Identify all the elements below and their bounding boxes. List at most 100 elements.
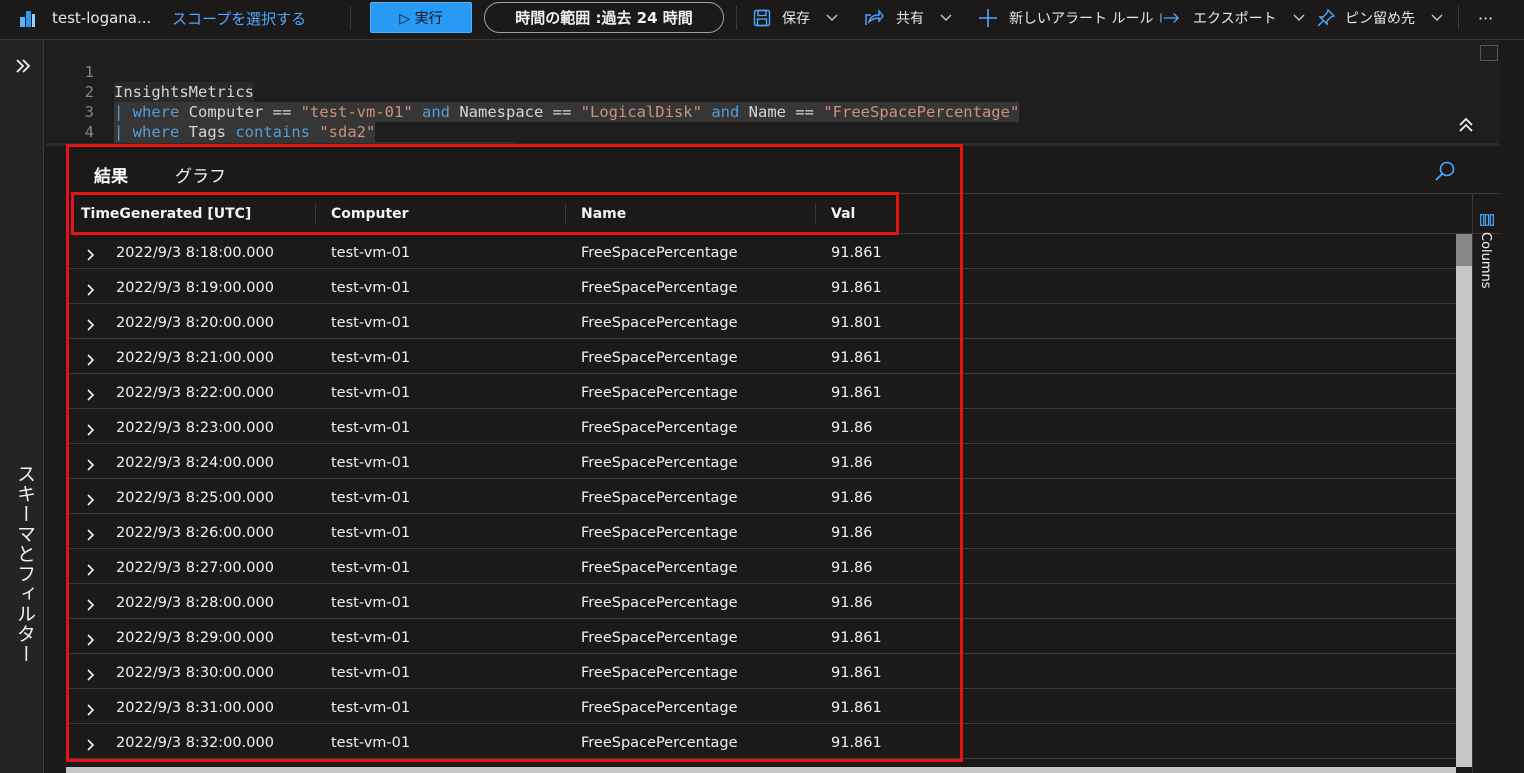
cell-timegenerated: 2022/9/3 8:31:00.000 (116, 700, 274, 716)
share-label: 共有 (896, 11, 924, 27)
expand-pane-icon[interactable] (14, 57, 32, 75)
cell-timegenerated: 2022/9/3 8:30:00.000 (116, 665, 274, 681)
schema-and-filter-label[interactable]: スキーマとフィルター (12, 464, 39, 664)
table-row[interactable]: 2022/9/3 8:32:00.000 test-vm-01 FreeSpaceP… (66, 724, 1456, 759)
table-row[interactable]: 2022/9/3 8:30:00.000 test-vm-01 FreeSpaceP… (66, 654, 1456, 689)
cell-val: 91.861 (831, 630, 882, 646)
table-row[interactable]: 2022/9/3 8:23:00.000 test-vm-01 FreeSpaceP… (66, 409, 1456, 444)
save-icon (752, 8, 772, 28)
toolbar-divider (736, 6, 737, 30)
cell-computer: test-vm-01 (331, 315, 411, 331)
table-row[interactable]: 2022/9/3 8:27:00.000 test-vm-01 FreeSpaceP… (66, 549, 1456, 584)
more-options-button[interactable]: ··· (1478, 0, 1493, 36)
columns-panel-toggle[interactable]: Columns (1472, 194, 1499, 773)
cell-timegenerated: 2022/9/3 8:20:00.000 (116, 315, 274, 331)
chevron-right-icon[interactable] (86, 596, 96, 611)
chevron-right-icon[interactable] (86, 736, 96, 751)
save-menu-button[interactable]: 保存 (752, 0, 842, 36)
code-token: "LogicalDisk" (580, 103, 702, 121)
table-row[interactable]: 2022/9/3 8:19:00.000 test-vm-01 FreeSpaceP… (66, 269, 1456, 304)
pin-to-menu-button[interactable]: ピン留め先 (1316, 0, 1447, 36)
table-row[interactable]: 2022/9/3 8:25:00.000 test-vm-01 FreeSpaceP… (66, 479, 1456, 514)
run-button[interactable]: ▷ 実行 (370, 2, 472, 33)
editor-minimap[interactable] (1480, 45, 1498, 61)
collapse-up-icon[interactable] (1457, 116, 1475, 134)
code-token: "FreeSpacePercentage" (823, 103, 1020, 121)
column-header-timegenerated[interactable]: TimeGenerated [UTC] (81, 194, 251, 234)
pin-icon (1316, 8, 1336, 28)
code-token: Name == (739, 103, 824, 121)
vertical-scrollbar-thumb[interactable] (1456, 234, 1472, 266)
table-row[interactable]: 2022/9/3 8:28:00.000 test-vm-01 FreeSpaceP… (66, 584, 1456, 619)
time-range-picker[interactable]: 時間の範囲 : 過去 24 時間 (484, 2, 724, 33)
new-alert-rule-button[interactable]: 新しいアラート ルール (978, 0, 1153, 36)
cell-val: 91.861 (831, 245, 882, 261)
column-header-computer[interactable]: Computer (331, 194, 409, 234)
schema-filter-pane: スキーマとフィルター (0, 40, 44, 773)
table-row[interactable]: 2022/9/3 8:29:00.000 test-vm-01 FreeSpaceP… (66, 619, 1456, 654)
query-editor[interactable]: 1 InsightsMetrics 2 | where Computer == … (46, 40, 1499, 162)
code-token: | (114, 123, 133, 141)
table-row[interactable]: 2022/9/3 8:20:00.000 test-vm-01 FreeSpaceP… (66, 304, 1456, 339)
chevron-right-icon[interactable] (86, 491, 96, 506)
table-row[interactable]: 2022/9/3 8:18:00.000 test-vm-01 FreeSpaceP… (66, 234, 1456, 269)
chevron-right-icon[interactable] (86, 421, 96, 436)
cell-val: 91.86 (831, 595, 873, 611)
export-menu-button[interactable]: エクスポート (1160, 0, 1309, 36)
chevron-right-icon[interactable] (86, 246, 96, 261)
export-icon (1160, 8, 1180, 28)
cell-val: 91.861 (831, 735, 882, 751)
code-token: Namespace == (450, 103, 581, 121)
tab-chart[interactable]: グラフ (175, 162, 226, 187)
chevron-right-icon[interactable] (86, 386, 96, 401)
share-menu-button[interactable]: 共有 (864, 0, 956, 36)
new-alert-rule-label: 新しいアラート ルール (1009, 11, 1154, 27)
column-header-val[interactable]: Val (831, 194, 855, 234)
column-resize-handle[interactable] (315, 204, 316, 224)
table-row[interactable]: 2022/9/3 8:31:00.000 test-vm-01 FreeSpaceP… (66, 689, 1456, 724)
chevron-right-icon[interactable] (86, 316, 96, 331)
cell-computer: test-vm-01 (331, 280, 411, 296)
chevron-right-icon[interactable] (86, 561, 96, 576)
select-scope-link[interactable]: スコープを選択する (172, 0, 306, 36)
table-row[interactable]: 2022/9/3 8:21:00.000 test-vm-01 FreeSpaceP… (66, 339, 1456, 374)
code-text: | where Tags contains "sda2" (114, 122, 376, 142)
vertical-scrollbar[interactable] (1456, 234, 1472, 767)
cell-val: 91.86 (831, 420, 873, 436)
results-pane: 結果 グラフ TimeGenerated [UTC] Computer Name… (46, 146, 1499, 773)
search-icon[interactable] (1433, 160, 1457, 184)
code-token: and (422, 103, 450, 121)
table-row[interactable]: 2022/9/3 8:22:00.000 test-vm-01 FreeSpaceP… (66, 374, 1456, 409)
code-text: InsightsMetrics (114, 82, 254, 102)
tab-results[interactable]: 結果 (94, 162, 128, 187)
code-line: 2 | where Computer == "test-vm-01" and N… (46, 62, 1020, 122)
chevron-right-icon[interactable] (86, 456, 96, 471)
horizontal-scrollbar[interactable] (66, 767, 1456, 773)
cell-name: FreeSpacePercentage (581, 560, 738, 576)
cell-name: FreeSpacePercentage (581, 455, 738, 471)
table-row[interactable]: 2022/9/3 8:26:00.000 test-vm-01 FreeSpaceP… (66, 514, 1456, 549)
workspace-name[interactable]: test-logana... (52, 0, 151, 36)
cell-name: FreeSpacePercentage (581, 490, 738, 506)
code-line: 3 | where Tags contains "sda2" (46, 82, 376, 142)
chevron-right-icon[interactable] (86, 701, 96, 716)
cell-timegenerated: 2022/9/3 8:29:00.000 (116, 630, 274, 646)
table-row[interactable]: 2022/9/3 8:24:00.000 test-vm-01 FreeSpaceP… (66, 444, 1456, 479)
chevron-right-icon[interactable] (86, 281, 96, 296)
cell-name: FreeSpacePercentage (581, 525, 738, 541)
column-resize-handle[interactable] (815, 204, 816, 224)
toolbar-divider (1458, 6, 1459, 30)
chevron-right-icon[interactable] (86, 351, 96, 366)
cell-val: 91.861 (831, 280, 882, 296)
column-resize-handle[interactable] (565, 204, 566, 224)
chevron-right-icon[interactable] (86, 666, 96, 681)
column-header-name[interactable]: Name (581, 194, 626, 234)
cell-timegenerated: 2022/9/3 8:22:00.000 (116, 385, 274, 401)
code-line: 1 InsightsMetrics (46, 42, 254, 102)
chevron-right-icon[interactable] (86, 631, 96, 646)
cell-val: 91.801 (831, 315, 882, 331)
code-token: contains (235, 123, 310, 141)
chevron-right-icon[interactable] (86, 526, 96, 541)
